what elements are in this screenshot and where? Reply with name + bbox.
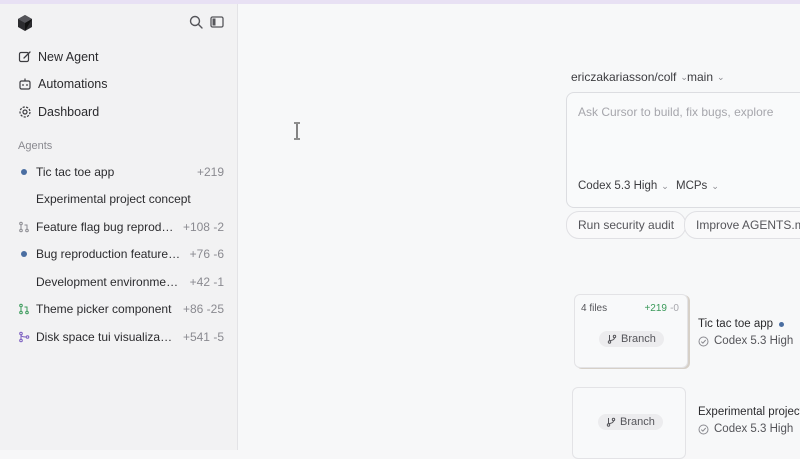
- chevron-down-icon: ⌄: [717, 71, 725, 82]
- cursor-logo-icon[interactable]: [16, 14, 34, 32]
- automations-button[interactable]: Automations: [18, 74, 107, 94]
- agent-item[interactable]: Theme picker component +86 -25: [18, 299, 224, 319]
- text-cursor-icon: [294, 122, 300, 140]
- agent-name: Tic tac toe app: [36, 165, 115, 179]
- nav-label: Dashboard: [38, 105, 100, 119]
- agent-name: Bug reproduction feature fl…: [36, 247, 182, 261]
- agent-item[interactable]: Bug reproduction feature fl… +76 -6: [18, 244, 224, 264]
- check-circle-icon: [698, 336, 709, 346]
- files-count: 4 files: [581, 303, 608, 314]
- agent-item[interactable]: Disk space tui visualization +541 -5: [18, 327, 224, 347]
- branch-label: Branch: [620, 416, 655, 428]
- gear-icon: [19, 106, 31, 118]
- mcps-selector[interactable]: MCPs ⌄: [676, 180, 719, 192]
- agent-diff: +86 -25: [182, 302, 224, 316]
- task-title[interactable]: Tic tac toe app: [698, 318, 785, 330]
- pull-request-icon: [19, 303, 29, 315]
- model-label: Codex 5.3 High: [578, 180, 658, 192]
- repo-selector[interactable]: ericzakariasson/colf ⌄: [571, 70, 688, 84]
- task-preview-card[interactable]: Branch: [572, 387, 686, 459]
- model-selector[interactable]: Codex 5.3 High ⌄: [578, 180, 669, 192]
- status-dot-icon: [21, 251, 27, 257]
- task-meta: Codex 5.3 High: [698, 423, 793, 435]
- new-agent-button[interactable]: New Agent: [18, 47, 98, 67]
- nav-label: Automations: [38, 77, 108, 91]
- git-branch-icon: [607, 334, 617, 344]
- branch-badge: Branch: [599, 331, 664, 347]
- status-dot-icon: [21, 169, 27, 175]
- check-circle-icon: [698, 424, 709, 434]
- branch-selector[interactable]: main ⌄: [687, 70, 725, 84]
- nav-label: New Agent: [38, 50, 99, 64]
- task-meta: Codex 5.3 High: [698, 335, 793, 347]
- task-title-text: Tic tac toe app: [698, 318, 774, 330]
- agent-diff: +541 -5: [182, 330, 224, 344]
- branch-name: main: [687, 70, 714, 84]
- merge-icon: [19, 331, 30, 343]
- lines-removed: -0: [670, 303, 679, 314]
- search-icon[interactable]: [188, 14, 204, 30]
- chevron-down-icon: ⌄: [711, 180, 719, 191]
- agent-item[interactable]: Experimental project concept: [18, 189, 224, 209]
- dashboard-button[interactable]: Dashboard: [18, 102, 99, 122]
- agent-name: Experimental project concept: [36, 192, 191, 206]
- status-dot-icon: [779, 321, 785, 327]
- agent-name: Feature flag bug reproduc…: [36, 220, 175, 234]
- agents-section-label: Agents: [18, 140, 53, 152]
- agent-name: Disk space tui visualization: [36, 330, 175, 344]
- agent-item[interactable]: Development environment … +42 -1: [18, 272, 224, 292]
- suggestion-chip[interactable]: Improve AGENTS.md: [684, 211, 800, 239]
- branch-badge: Branch: [598, 414, 663, 430]
- agent-diff: +219: [196, 165, 224, 179]
- main-panel: ericzakariasson/colf ⌄ main ⌄ Ask Cursor…: [238, 4, 800, 459]
- pull-request-icon: [19, 221, 29, 233]
- lines-added: +219: [644, 303, 667, 314]
- agent-name: Development environment …: [36, 275, 182, 289]
- agent-name: Theme picker component: [36, 302, 172, 316]
- prompt-composer[interactable]: Ask Cursor to build, fix bugs, explore C…: [566, 92, 800, 208]
- sidebar: New Agent Automations Dashboard Agents T…: [0, 4, 238, 450]
- agent-diff: +108 -2: [182, 220, 224, 234]
- robot-icon: [19, 78, 31, 90]
- chevron-down-icon: ⌄: [661, 180, 669, 191]
- edit-icon: [18, 51, 31, 63]
- agent-item[interactable]: Tic tac toe app +219: [18, 162, 224, 182]
- task-title[interactable]: Experimental project: [698, 406, 800, 418]
- toggle-sidebar-icon[interactable]: [209, 14, 225, 30]
- suggestion-chip[interactable]: Run security audit: [566, 211, 687, 239]
- task-title-text: Experimental project: [698, 406, 800, 418]
- git-branch-icon: [606, 417, 616, 427]
- task-preview-card[interactable]: 4 files +219 -0 Branch: [574, 294, 688, 368]
- branch-label: Branch: [621, 333, 656, 345]
- task-model: Codex 5.3 High: [714, 423, 794, 435]
- task-model: Codex 5.3 High: [714, 335, 794, 347]
- mcps-label: MCPs: [676, 180, 708, 192]
- agent-item[interactable]: Feature flag bug reproduc… +108 -2: [18, 217, 224, 237]
- repo-name: ericzakariasson/colf: [571, 70, 677, 84]
- agent-diff: +42 -1: [189, 275, 224, 289]
- agent-diff: +76 -6: [189, 247, 224, 261]
- prompt-placeholder: Ask Cursor to build, fix bugs, explore: [578, 105, 774, 119]
